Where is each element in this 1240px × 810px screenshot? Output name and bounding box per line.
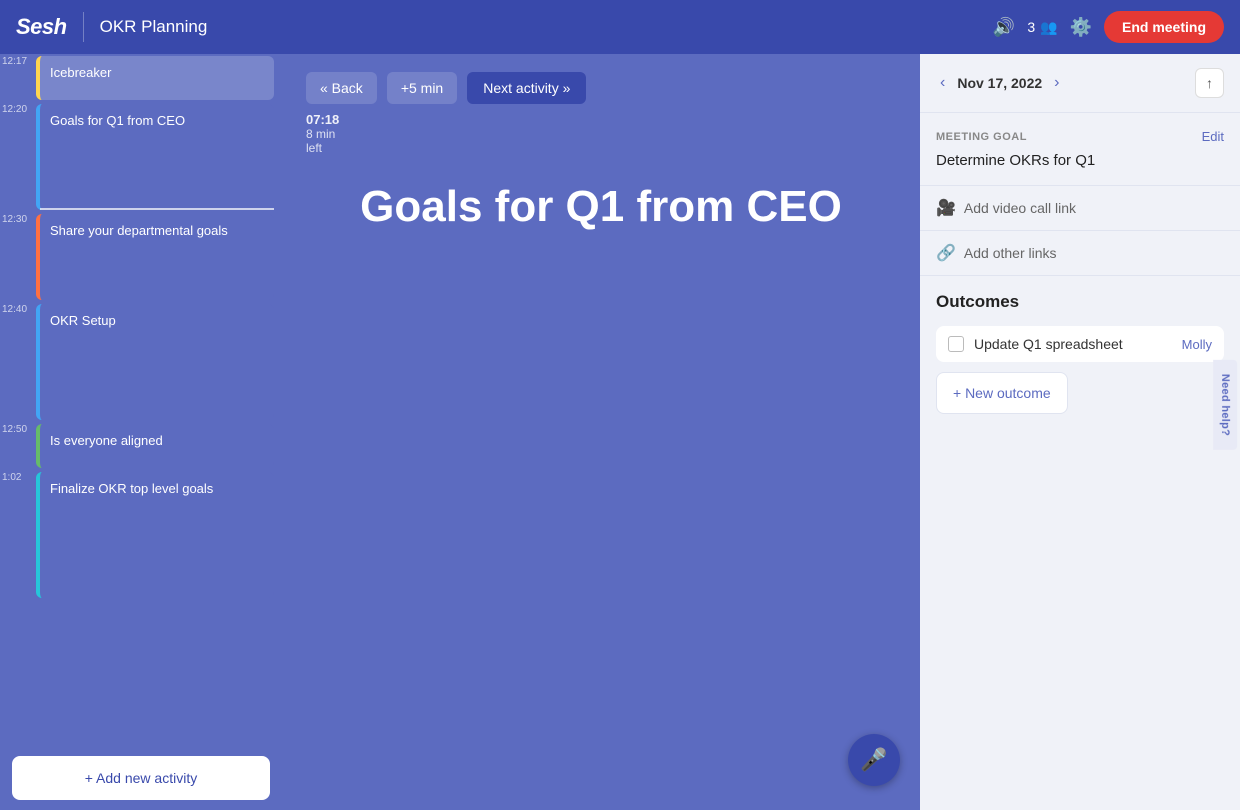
agenda-item-title: Goals for Q1 from CEO xyxy=(50,113,185,128)
left-label: left xyxy=(306,141,322,155)
participants-button[interactable]: 3 👥 xyxy=(1027,19,1057,36)
meeting-goal-header: MEETING GOAL Edit xyxy=(936,129,1224,144)
agenda-item-title: Is everyone aligned xyxy=(50,433,163,448)
meeting-goal-label: MEETING GOAL xyxy=(936,131,1027,143)
outcome-text: Update Q1 spreadsheet xyxy=(974,336,1172,352)
header-controls: 🔊 3 👥 ⚙️ End meeting xyxy=(993,11,1224,43)
timeline-row: 12:50 Is everyone aligned xyxy=(0,422,282,470)
add-video-label: Add video call link xyxy=(964,200,1076,216)
activity-main-title: Goals for Q1 from CEO xyxy=(360,183,842,231)
header-divider xyxy=(83,12,84,42)
timeline-row: 12:20 Goals for Q1 from CEO xyxy=(0,102,282,212)
activity-main: Goals for Q1 from CEO xyxy=(282,163,920,810)
audio-button[interactable]: 🔊 xyxy=(993,17,1015,38)
mic-button[interactable]: 🎤 xyxy=(848,734,900,786)
time-label: 12:20 xyxy=(0,102,32,212)
main-layout: 12:17 Icebreaker 12:20 Goals for Q1 from… xyxy=(0,54,1240,810)
participants-icon: 👥 xyxy=(1040,19,1057,36)
sidebar: 12:17 Icebreaker 12:20 Goals for Q1 from… xyxy=(0,54,282,810)
timeline-row: 1:02 Finalize OKR top level goals xyxy=(0,470,282,600)
next-activity-button[interactable]: Next activity » xyxy=(467,72,586,104)
export-button[interactable]: ↑ xyxy=(1195,68,1224,98)
outcome-assignee: Molly xyxy=(1182,337,1212,352)
right-panel: ‹ Nov 17, 2022 › ↑ MEETING GOAL Edit Det… xyxy=(920,54,1240,810)
sidebar-item-finalize[interactable]: Finalize OKR top level goals xyxy=(36,472,274,598)
need-help-tab[interactable]: Need help? xyxy=(1213,360,1237,450)
date-nav-inner: ‹ Nov 17, 2022 › xyxy=(936,70,1064,96)
time-remaining: 8 min left xyxy=(306,127,920,155)
add-other-links-row[interactable]: 🔗 Add other links xyxy=(920,231,1240,276)
add-video-link-row[interactable]: 🎥 Add video call link xyxy=(920,186,1240,231)
outcome-checkbox[interactable] xyxy=(948,336,964,352)
agenda-item-title: Share your departmental goals xyxy=(50,223,228,238)
link-icon: 🔗 xyxy=(936,243,956,263)
add-time-button[interactable]: +5 min xyxy=(387,72,457,104)
current-time-marker xyxy=(40,208,274,210)
time-label: 12:50 xyxy=(0,422,32,470)
date-nav: ‹ Nov 17, 2022 › ↑ xyxy=(920,54,1240,113)
meeting-goal-text: Determine OKRs for Q1 xyxy=(936,152,1224,169)
time-label: 12:40 xyxy=(0,302,32,422)
min-label: 8 min xyxy=(306,127,335,141)
prev-date-button[interactable]: ‹ xyxy=(936,70,949,96)
timeline-row: 12:30 Share your departmental goals xyxy=(0,212,282,302)
back-button[interactable]: « Back xyxy=(306,72,377,104)
meeting-title: OKR Planning xyxy=(100,17,977,37)
app-logo: Sesh xyxy=(16,14,67,40)
time-label: 12:17 xyxy=(0,54,32,102)
sidebar-item-okr-setup[interactable]: OKR Setup xyxy=(36,304,274,420)
new-outcome-button[interactable]: + New outcome xyxy=(936,372,1068,414)
agenda-item-title: OKR Setup xyxy=(50,313,116,328)
edit-goal-button[interactable]: Edit xyxy=(1202,129,1224,144)
time-label: 12:30 xyxy=(0,212,32,302)
mic-icon: 🎤 xyxy=(860,747,887,773)
date-display: Nov 17, 2022 xyxy=(957,75,1042,91)
app-header: Sesh OKR Planning 🔊 3 👥 ⚙️ End meeting xyxy=(0,0,1240,54)
outcomes-section: Outcomes Update Q1 spreadsheet Molly + N… xyxy=(920,276,1240,810)
timeline-row: 12:17 Icebreaker xyxy=(0,54,282,102)
timeline-row: 12:40 OKR Setup xyxy=(0,302,282,422)
time-label: 1:02 xyxy=(0,470,32,600)
add-links-label: Add other links xyxy=(964,245,1057,261)
sidebar-item-everyone-aligned[interactable]: Is everyone aligned xyxy=(36,424,274,468)
add-activity-button[interactable]: + Add new activity xyxy=(12,756,270,800)
outcome-item: Update Q1 spreadsheet Molly xyxy=(936,326,1224,362)
participants-count: 3 xyxy=(1027,19,1035,35)
sidebar-item-dept-goals[interactable]: Share your departmental goals xyxy=(36,214,274,300)
meeting-goal-section: MEETING GOAL Edit Determine OKRs for Q1 xyxy=(920,113,1240,186)
video-icon: 🎥 xyxy=(936,198,956,218)
agenda-item-title: Finalize OKR top level goals xyxy=(50,481,213,496)
export-icon: ↑ xyxy=(1206,75,1213,91)
timer-section: 07:18 8 min left xyxy=(282,112,920,155)
activity-title-section: Goals for Q1 from CEO xyxy=(360,183,842,231)
sidebar-item-icebreaker[interactable]: Icebreaker xyxy=(36,56,274,100)
settings-button[interactable]: ⚙️ xyxy=(1070,17,1092,38)
agenda-item-title: Icebreaker xyxy=(50,65,111,80)
timer-display: 07:18 xyxy=(306,112,920,127)
end-meeting-button[interactable]: End meeting xyxy=(1104,11,1224,43)
timeline: 12:17 Icebreaker 12:20 Goals for Q1 from… xyxy=(0,54,282,746)
content-area: « Back +5 min Next activity » 07:18 8 mi… xyxy=(282,54,920,810)
outcomes-title: Outcomes xyxy=(936,292,1224,312)
sidebar-item-goals-ceo[interactable]: Goals for Q1 from CEO xyxy=(36,104,274,210)
next-date-button[interactable]: › xyxy=(1050,70,1063,96)
